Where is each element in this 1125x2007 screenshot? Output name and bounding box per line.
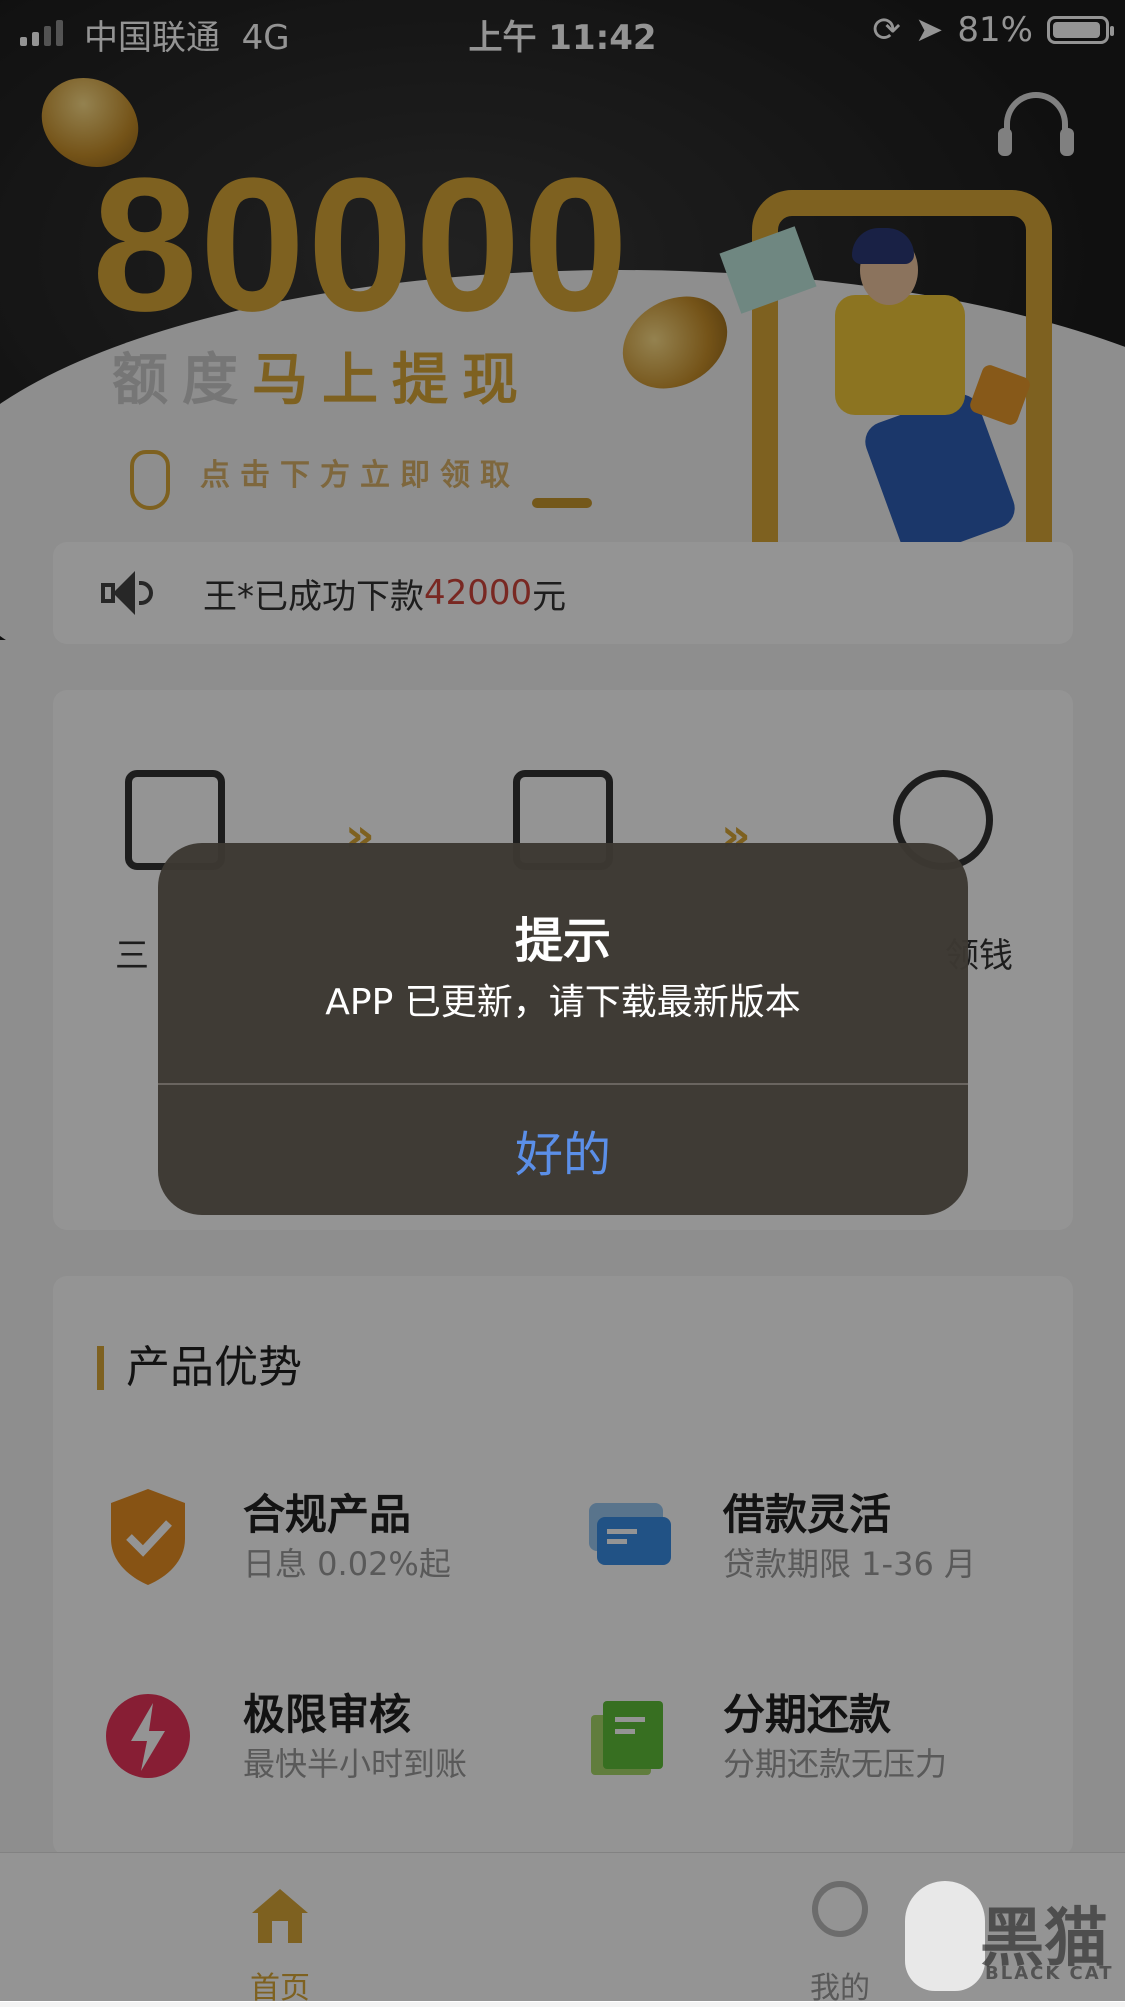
dialog-message: APP 已更新，请下载最新版本	[325, 982, 801, 1023]
update-alert-dialog: 提示 APP 已更新，请下载最新版本 好的	[158, 843, 968, 1215]
ok-button[interactable]: 好的	[158, 1085, 968, 1215]
cat-logo-icon	[905, 1881, 985, 1991]
watermark-logo: 黑猫 BLACK CAT	[865, 1861, 1125, 2001]
dialog-title: 提示	[514, 913, 611, 969]
watermark-subtext: BLACK CAT	[985, 1963, 1114, 1984]
